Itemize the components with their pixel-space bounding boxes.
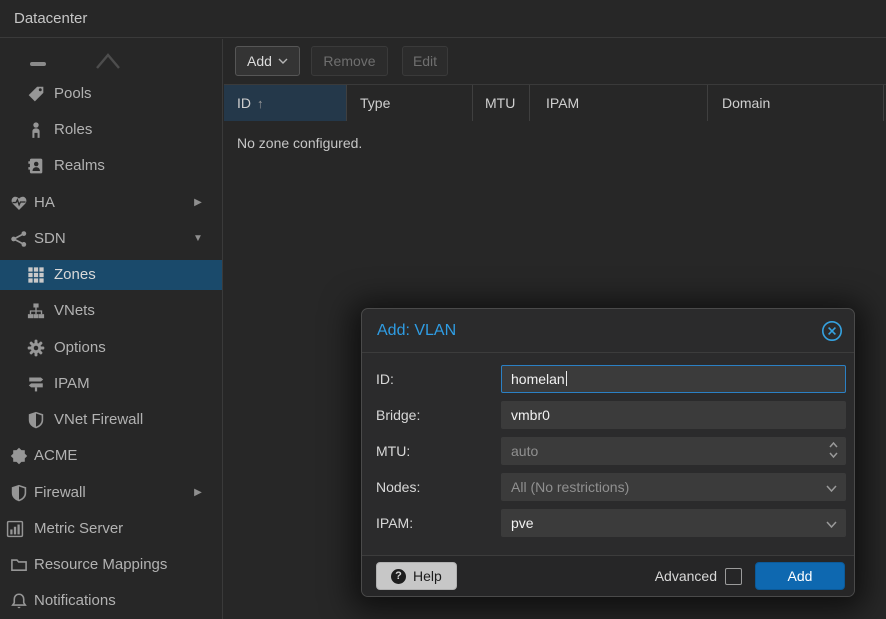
nodes-label: Nodes: bbox=[376, 473, 420, 501]
remove-button[interactable]: Remove bbox=[311, 46, 388, 76]
sidebar-item-resource-mappings[interactable]: Resource Mappings bbox=[0, 550, 222, 580]
sidebar-item-ha[interactable]: HA ▶ bbox=[0, 188, 222, 218]
close-icon[interactable] bbox=[820, 319, 844, 343]
shield-icon bbox=[27, 411, 45, 429]
sidebar-item-options[interactable]: Options bbox=[0, 333, 222, 363]
expand-collapsed-icon[interactable]: ▶ bbox=[191, 478, 205, 508]
bridge-input[interactable]: vmbr0 bbox=[501, 401, 846, 429]
submit-add-button[interactable]: Add bbox=[755, 562, 845, 590]
ipam-select[interactable]: pve bbox=[501, 509, 846, 537]
sidebar-item-vnet-firewall[interactable]: VNet Firewall bbox=[0, 405, 222, 435]
network-icon bbox=[10, 230, 28, 248]
id-input[interactable]: homelan bbox=[501, 365, 846, 393]
add-button[interactable]: Add bbox=[235, 46, 300, 76]
zones-table-header: ID↑ Type MTU IPAM Domain bbox=[224, 85, 886, 121]
sidebar-item-zones[interactable]: Zones bbox=[0, 260, 222, 290]
sort-ascending-icon: ↑ bbox=[257, 86, 264, 122]
column-header-type[interactable]: Type bbox=[347, 85, 473, 121]
page-title: Datacenter bbox=[14, 0, 87, 38]
column-header-id[interactable]: ID↑ bbox=[224, 85, 347, 121]
tags-icon bbox=[27, 85, 45, 103]
user-icon bbox=[27, 121, 45, 139]
sidebar-item-roles[interactable]: Roles bbox=[0, 115, 222, 145]
empty-table-message: No zone configured. bbox=[237, 135, 362, 151]
advanced-label: Advanced bbox=[655, 568, 717, 584]
dash-icon bbox=[30, 62, 46, 66]
expand-collapsed-icon[interactable]: ▶ bbox=[191, 188, 205, 218]
map-signs-icon bbox=[27, 375, 45, 393]
chevron-down-icon bbox=[826, 485, 837, 492]
nodes-select[interactable]: All (No restrictions) bbox=[501, 473, 846, 501]
sidebar-item-realms[interactable]: Realms bbox=[0, 151, 222, 181]
bridge-label: Bridge: bbox=[376, 401, 420, 429]
help-button[interactable]: ? Help bbox=[376, 562, 457, 590]
sidebar-item-notifications[interactable]: Notifications bbox=[0, 586, 222, 616]
mtu-spinner[interactable]: auto bbox=[501, 437, 846, 465]
dialog-footer: ? Help Advanced Add bbox=[362, 555, 854, 596]
question-icon: ? bbox=[391, 569, 406, 584]
dropdown-trigger[interactable] bbox=[826, 510, 837, 538]
grid-icon bbox=[27, 266, 45, 284]
column-header-domain[interactable]: Domain bbox=[708, 85, 884, 121]
dialog-title: Add: VLAN bbox=[377, 309, 456, 353]
dropdown-trigger[interactable] bbox=[826, 474, 837, 502]
sidebar-item-acme[interactable]: ACME bbox=[0, 441, 222, 471]
chevron-down-icon bbox=[826, 521, 837, 528]
advanced-checkbox[interactable] bbox=[725, 568, 742, 585]
spinner-up-icon bbox=[829, 442, 838, 448]
gear-icon bbox=[27, 339, 45, 357]
sidebar-item-ipam[interactable]: IPAM bbox=[0, 369, 222, 399]
ipam-label: IPAM: bbox=[376, 509, 413, 537]
sitemap-icon bbox=[27, 302, 45, 320]
column-header-ipam[interactable]: IPAM bbox=[530, 85, 708, 121]
folder-icon bbox=[10, 556, 28, 574]
address-book-icon bbox=[27, 157, 45, 175]
sidebar-item-metric-server[interactable]: Metric Server bbox=[0, 514, 222, 544]
text-cursor bbox=[566, 371, 568, 386]
sidebar-item-pools[interactable]: Pools bbox=[0, 79, 222, 109]
heartbeat-icon bbox=[10, 194, 28, 212]
spinner-down-icon bbox=[829, 452, 838, 458]
bar-chart-icon bbox=[6, 520, 24, 538]
certificate-icon bbox=[10, 447, 28, 465]
sidebar-item-sdn[interactable]: SDN ▼ bbox=[0, 224, 222, 254]
add-vlan-dialog: Add: VLAN ID: homelan Bridge: vmbr0 MTU:… bbox=[361, 308, 855, 597]
mtu-label: MTU: bbox=[376, 437, 410, 465]
sidebar-item-partial-scrolled[interactable] bbox=[0, 41, 222, 71]
resource-tree: Pools Roles Realms HA ▶ SDN ▼ Zones bbox=[0, 39, 223, 619]
dialog-header[interactable]: Add: VLAN bbox=[362, 309, 854, 353]
chevron-down-icon bbox=[278, 58, 288, 64]
chevron-up-icon bbox=[95, 52, 121, 71]
edit-button[interactable]: Edit bbox=[402, 46, 448, 76]
zones-toolbar: Add Remove Edit bbox=[224, 38, 886, 85]
shield-icon bbox=[10, 484, 28, 502]
id-label: ID: bbox=[376, 365, 394, 393]
spinner-buttons[interactable] bbox=[829, 442, 838, 458]
top-bar: Datacenter bbox=[0, 0, 886, 38]
sidebar-item-vnets[interactable]: VNets bbox=[0, 296, 222, 326]
sidebar-item-firewall[interactable]: Firewall ▶ bbox=[0, 478, 222, 508]
column-header-mtu[interactable]: MTU bbox=[473, 85, 530, 121]
bell-icon bbox=[10, 592, 28, 610]
expand-expanded-icon[interactable]: ▼ bbox=[191, 224, 205, 254]
